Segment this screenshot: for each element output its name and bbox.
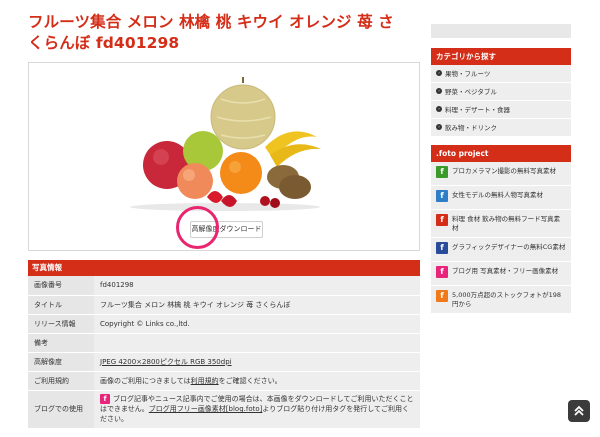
terms-text: 画像のご利用につきましては <box>100 376 191 385</box>
table-row: ご利用規約 画像のご利用につきましては利用規約をご確認ください。 <box>28 371 420 391</box>
info-value: f ブログ記事やニュース記事内でご使用の場合は、本画像をダウンロードしてご利用いた… <box>94 390 420 429</box>
photo-info-table: 画像番号 fd401298 タイトル フルーツ集合 メロン 林檎 桃 キウイ オ… <box>28 276 420 429</box>
arrow-right-icon: › <box>436 124 442 130</box>
foto-icon: f <box>436 190 448 202</box>
foto-project-label: プロカメラマン撮影の無料写真素材 <box>452 167 556 175</box>
table-row: 高解像度 JPEG 4200×2800ピクセル RGB 350dpi <box>28 352 420 372</box>
category-label: 野菜・ベジタブル <box>445 88 497 96</box>
blog-foto-link[interactable]: ブログ用フリー画像素材[blog.foto] <box>149 405 263 413</box>
page-title: フルーツ集合 メロン 林檎 桃 キウイ オレンジ 苺 さくらんぼ fd40129… <box>28 13 394 52</box>
terms-text-suffix: をご確認ください。 <box>218 376 282 385</box>
foto-project-label: 女性モデルの無料人物写真素材 <box>452 191 543 199</box>
foto-project-label: ブログ用 写真素材・フリー画像素材 <box>452 267 559 275</box>
foto-project-header: .foto project <box>431 145 571 162</box>
foto-project-item[interactable]: f グラフィックデザイナーの無料CG素材 <box>431 238 571 262</box>
category-item[interactable]: › 野菜・ベジタブル <box>431 83 571 101</box>
info-key: 画像番号 <box>28 276 94 296</box>
table-row: タイトル フルーツ集合 メロン 林檎 桃 キウイ オレンジ 苺 さくらんぼ <box>28 295 420 315</box>
foto-project-item[interactable]: f ブログ用 写真素材・フリー画像素材 <box>431 262 571 286</box>
info-key: リリース情報 <box>28 314 94 334</box>
info-key: 高解像度 <box>28 352 94 372</box>
info-value: Copyright © Links co.,ltd. <box>94 314 420 334</box>
arrow-right-icon: › <box>436 70 442 76</box>
blog-foto-icon: f <box>100 394 110 404</box>
fruit-photo <box>130 77 321 211</box>
foto-icon: f <box>436 166 448 178</box>
foto-project-item[interactable]: f プロカメラマン撮影の無料写真素材 <box>431 162 571 186</box>
photo-info-section: 写真情報 画像番号 fd401298 タイトル フルーツ集合 メロン 林檎 桃 … <box>28 260 420 429</box>
table-row: 備考 <box>28 333 420 353</box>
high-res-download-button[interactable]: 高解像度ダウンロード <box>190 221 263 238</box>
foto-icon: f <box>436 242 448 254</box>
photo-info-header: 写真情報 <box>28 260 420 276</box>
sidebar-search-bar[interactable] <box>431 24 571 38</box>
info-key: タイトル <box>28 295 94 315</box>
info-value <box>94 333 420 353</box>
category-label: 料理・デザート・食器 <box>445 106 510 114</box>
foto-project-label: 5,000万点超のストックフォトが198円から <box>452 291 562 308</box>
photo-preview-box: 高解像度ダウンロード <box>28 62 420 251</box>
foto-icon: f <box>436 290 448 302</box>
category-item[interactable]: › 料理・デザート・食器 <box>431 101 571 119</box>
category-panel: カテゴリから探す › 果物・フルーツ › 野菜・ベジタブル › 料理・デザート・食器 … <box>431 48 571 137</box>
info-value: 画像のご利用につきましては利用規約をご確認ください。 <box>94 371 420 391</box>
category-label: 飲み物・ドリンク <box>445 124 497 132</box>
category-item[interactable]: › 果物・フルーツ <box>431 65 571 83</box>
terms-link[interactable]: 利用規約 <box>191 377 219 385</box>
info-value: フルーツ集合 メロン 林檎 桃 キウイ オレンジ 苺 さくらんぼ <box>94 295 420 315</box>
high-res-spec-link[interactable]: JPEG 4200×2800ピクセル RGB 350dpi <box>100 358 232 366</box>
category-label: 果物・フルーツ <box>445 70 491 78</box>
info-key: ブログでの使用 <box>28 390 94 429</box>
scroll-to-top-button[interactable] <box>568 400 590 422</box>
info-value: JPEG 4200×2800ピクセル RGB 350dpi <box>94 352 420 372</box>
arrow-right-icon: › <box>436 88 442 94</box>
foto-project-label: グラフィックデザイナーの無料CG素材 <box>452 243 566 251</box>
foto-icon: f <box>436 214 448 226</box>
category-header: カテゴリから探す <box>431 48 571 65</box>
foto-project-label: 料理 食材 飲み物の無料フード写真素材 <box>452 215 561 232</box>
foto-project-panel: .foto project f プロカメラマン撮影の無料写真素材 f 女性モデルの無… <box>431 145 571 314</box>
info-key: ご利用規約 <box>28 371 94 391</box>
info-value: fd401298 <box>94 276 420 296</box>
table-row: リリース情報 Copyright © Links co.,ltd. <box>28 314 420 334</box>
info-key: 備考 <box>28 333 94 353</box>
foto-project-item[interactable]: f 女性モデルの無料人物写真素材 <box>431 186 571 210</box>
category-item[interactable]: › 飲み物・ドリンク <box>431 119 571 137</box>
foto-project-item[interactable]: f 料理 食材 飲み物の無料フード写真素材 <box>431 210 571 238</box>
double-chevron-up-icon <box>574 405 584 416</box>
foto-project-item[interactable]: f 5,000万点超のストックフォトが198円から <box>431 286 571 314</box>
table-row: 画像番号 fd401298 <box>28 276 420 296</box>
arrow-right-icon: › <box>436 106 442 112</box>
foto-icon: f <box>436 266 448 278</box>
table-row: ブログでの使用 f ブログ記事やニュース記事内でご使用の場合は、本画像をダウンロー… <box>28 390 420 429</box>
sidebar: カテゴリから探す › 果物・フルーツ › 野菜・ベジタブル › 料理・デザート・食器 … <box>431 24 571 322</box>
